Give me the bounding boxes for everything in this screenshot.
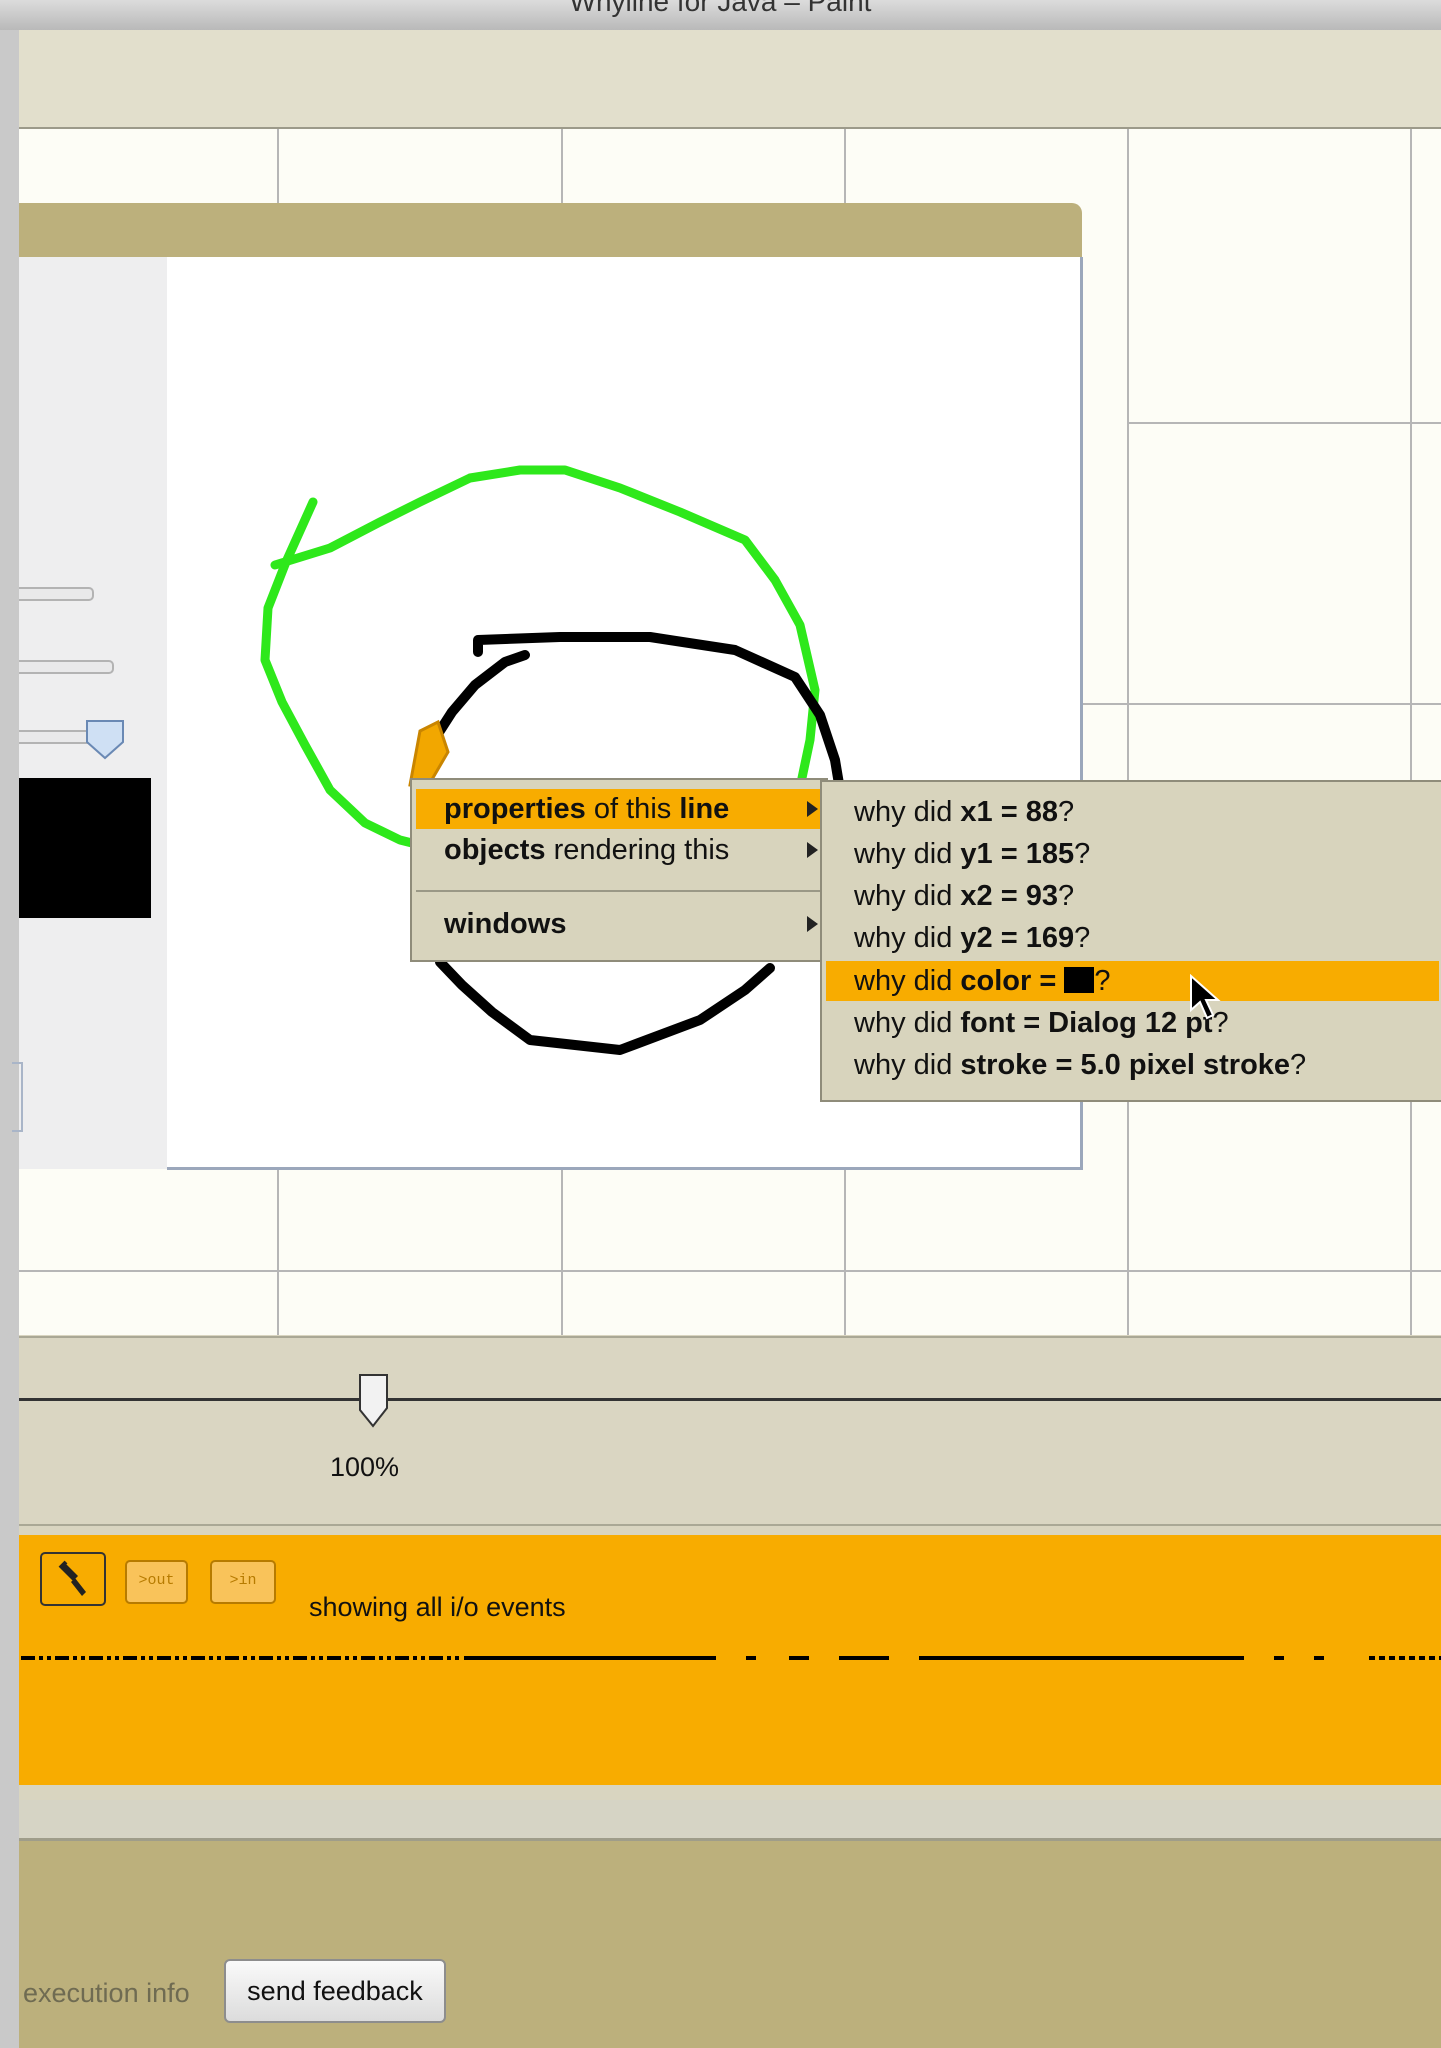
why-property: x2 = 93 (960, 880, 1058, 912)
why-suffix: ? (1074, 838, 1091, 870)
slider-thumb-icon[interactable] (84, 718, 126, 762)
window-title: Whyline for Java – Paint (569, 0, 872, 17)
why-item-y1[interactable]: why did y1 = 185? (826, 834, 1439, 874)
execution-info-label: execution info (23, 1978, 190, 2008)
zoom-slider-track[interactable] (19, 1398, 1441, 1401)
toolbar (19, 30, 1441, 129)
menu-item-objects[interactable]: objects rendering this (416, 830, 822, 870)
io-event-marks (21, 1656, 1441, 1660)
menu-item-text: of this (585, 793, 680, 825)
why-suffix: ? (1074, 922, 1091, 954)
submenu-arrow-icon (807, 842, 818, 858)
menu-item-windows[interactable]: windows (416, 904, 822, 944)
tool-slider-2[interactable] (19, 660, 114, 674)
zoom-slider-thumb-icon[interactable] (357, 1372, 393, 1432)
why-property: y1 = 185 (960, 838, 1075, 870)
grid-line (1127, 129, 1129, 1335)
why-suffix: ? (1057, 796, 1075, 828)
hammer-icon-glyph (58, 1560, 86, 1596)
send-feedback-button[interactable]: send feedback (224, 1959, 446, 2023)
paint-window-title-bar[interactable] (19, 203, 1082, 257)
why-prefix: why did (854, 796, 961, 828)
lower-divider (19, 1800, 1441, 1841)
menu-separator (416, 890, 822, 892)
why-item-font[interactable]: why did font = Dialog 12 pt? (826, 1003, 1439, 1043)
why-prefix: why did (854, 922, 961, 954)
why-property: font = Dialog 12 pt (960, 1007, 1213, 1039)
grid-line (1082, 703, 1441, 705)
why-item-x1[interactable]: why did x1 = 88? (826, 792, 1439, 832)
why-suffix: ? (1290, 1049, 1307, 1081)
window-left-edge (0, 30, 19, 2048)
window-title-bar: Whyline for Java – Paint (0, 0, 1441, 31)
mouse-cursor-icon (1190, 974, 1221, 1020)
why-prefix: why did (854, 880, 961, 912)
why-prefix: why did (854, 1049, 961, 1081)
menu-item-keyword: properties (444, 793, 586, 825)
menu-item-text: rendering this (545, 834, 730, 866)
grid-line (1410, 129, 1412, 1335)
why-item-color[interactable]: why did color = ? (826, 961, 1439, 1001)
why-prefix: why did (854, 838, 961, 870)
why-property: y2 = 169 (960, 922, 1075, 954)
in-events-icon[interactable]: >in (210, 1560, 276, 1604)
grid-line (1127, 422, 1441, 424)
menu-item-keyword: objects (444, 834, 546, 866)
paint-tool-panel (19, 257, 169, 1169)
submenu-arrow-icon (807, 916, 818, 932)
why-property: x1 = 88 (960, 796, 1058, 828)
why-item-x2[interactable]: why did x2 = 93? (826, 876, 1439, 916)
why-item-y2[interactable]: why did y2 = 169? (826, 918, 1439, 958)
why-item-stroke[interactable]: why did stroke = 5.0 pixel stroke? (826, 1045, 1439, 1085)
why-suffix: ? (1057, 880, 1075, 912)
context-menu: properties of this line objects renderin… (410, 778, 828, 962)
menu-item-properties[interactable]: properties of this line (416, 789, 822, 829)
color-chip (1064, 967, 1095, 994)
color-swatch[interactable] (19, 778, 151, 918)
why-suffix: ? (1094, 965, 1111, 997)
menu-item-keyword: windows (444, 908, 567, 940)
menu-item-keyword: line (679, 793, 730, 825)
why-property: stroke = 5.0 pixel stroke (960, 1049, 1291, 1081)
out-events-icon[interactable]: >out (125, 1560, 188, 1604)
zoom-level-label: 100% (330, 1452, 400, 1482)
io-status-text: showing all i/o events (309, 1592, 566, 1622)
why-prefix: why did (854, 1007, 961, 1039)
grid-line (19, 1270, 1441, 1272)
zoom-panel (19, 1336, 1441, 1526)
tool-button-edge[interactable] (12, 1062, 23, 1132)
tool-slider-1[interactable] (19, 587, 94, 601)
why-property: color = (960, 965, 1065, 997)
hammer-icon[interactable] (40, 1552, 106, 1606)
submenu-arrow-icon (807, 801, 818, 817)
why-prefix: why did (854, 965, 961, 997)
why-question-menu: why did x1 = 88? why did y1 = 185? why d… (820, 780, 1441, 1102)
